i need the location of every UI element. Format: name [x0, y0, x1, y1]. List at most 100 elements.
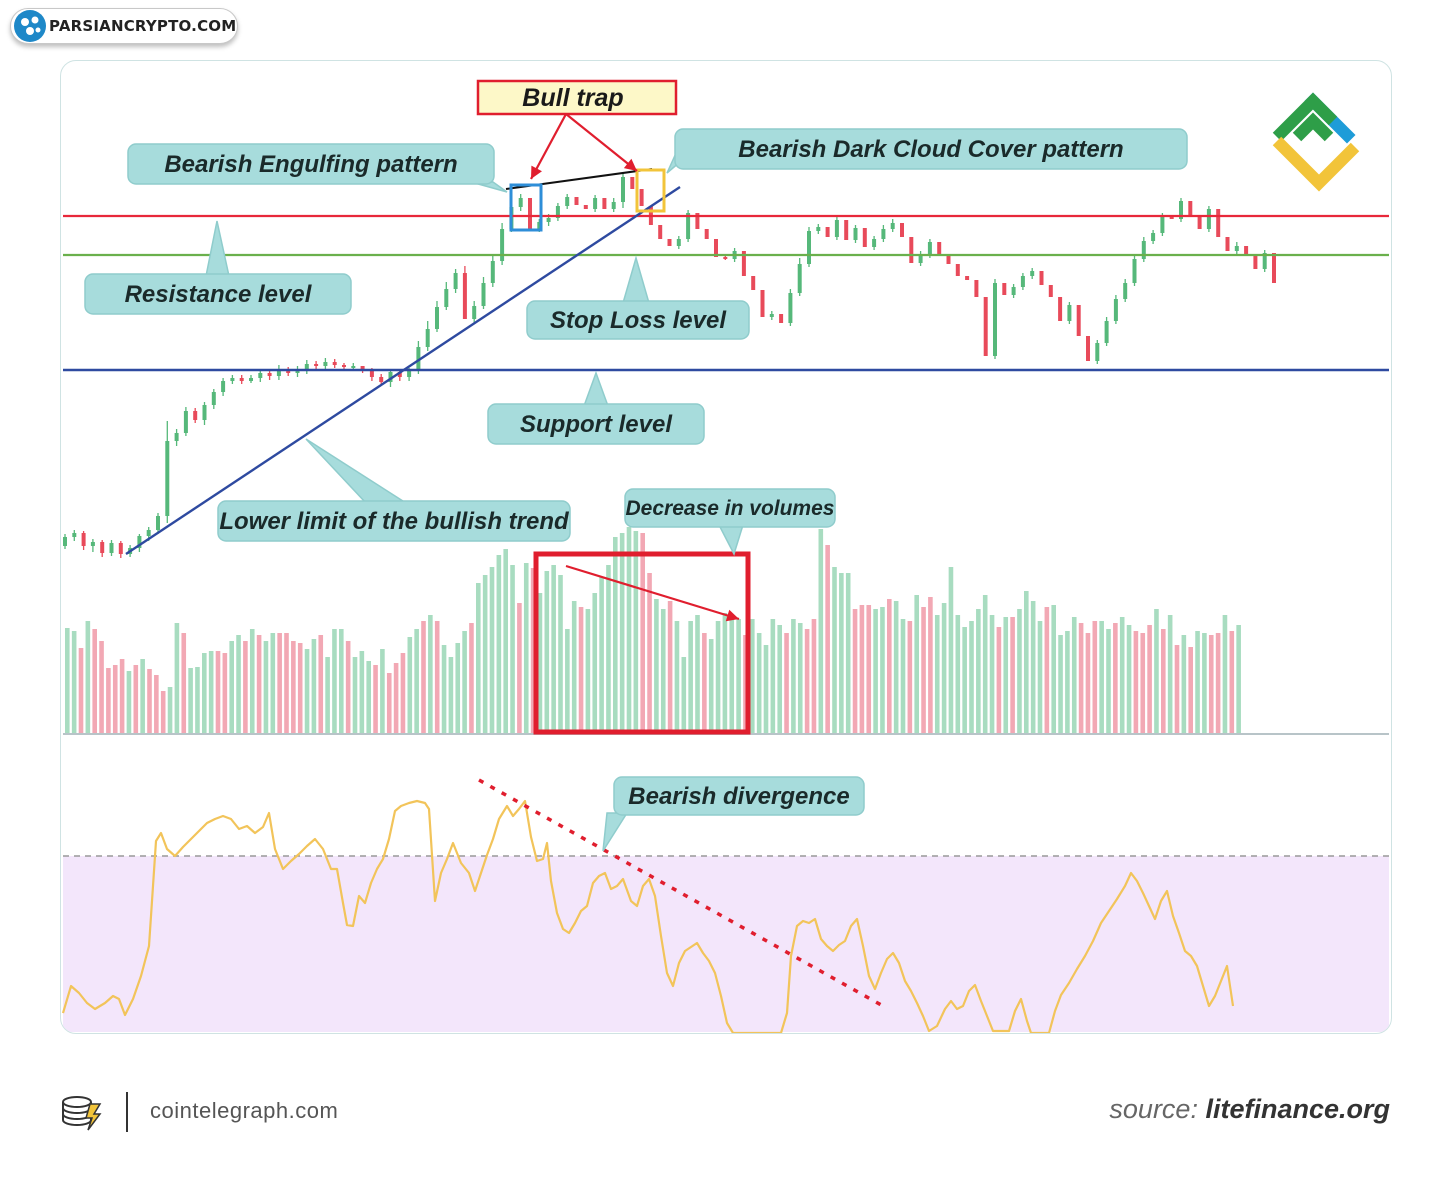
candle-body [351, 366, 356, 368]
stop-loss-callout-label: Stop Loss level [550, 307, 727, 334]
volume-bar [907, 621, 913, 733]
candle-body [1011, 287, 1016, 295]
candle-body [1058, 297, 1063, 321]
parsiancrypto-logo-icon [14, 10, 46, 42]
volume-bar [1017, 609, 1022, 733]
volume-bar [503, 549, 508, 733]
candle-body [881, 229, 886, 239]
volume-bar [613, 537, 618, 733]
engulfing-highlight-box [509, 183, 543, 232]
volume-bar [160, 691, 166, 733]
candle-body [658, 225, 663, 239]
candle-body [63, 537, 67, 546]
volume-bar [147, 669, 152, 733]
candle-body [211, 392, 216, 405]
volume-bar [708, 639, 714, 733]
volume-bar [1113, 623, 1118, 733]
candle-body [332, 362, 337, 365]
candle-body [118, 543, 123, 554]
volume-bar [366, 661, 371, 733]
source-domain-link[interactable]: litefinance.org [1205, 1094, 1390, 1124]
volume-bar [585, 609, 591, 733]
volume-bar [1208, 635, 1214, 733]
volume-bar [695, 615, 700, 733]
volume-bar [852, 609, 858, 733]
candle-body [760, 290, 765, 317]
volume-bar [996, 627, 1002, 733]
candle-body [574, 197, 579, 205]
volume-bar [804, 629, 810, 733]
candle-body [165, 441, 170, 516]
candle-body [1030, 271, 1035, 276]
candle-body [453, 273, 458, 289]
volume-bar [339, 629, 344, 733]
volume-bar [729, 615, 735, 733]
volume-bar [845, 573, 851, 733]
volume-bar [1126, 625, 1132, 733]
volume-bar [976, 609, 981, 733]
volume-bar [722, 613, 728, 733]
volume-bar [92, 629, 97, 733]
volume-bar [818, 529, 824, 733]
volume-bar [770, 619, 776, 733]
candle-body [90, 542, 95, 546]
badge-text: PARSIANCRYPTO.COM [49, 17, 237, 35]
candle-body [788, 293, 793, 323]
volume-bar [1085, 633, 1091, 733]
candle-body [174, 433, 179, 441]
volume-bar [565, 629, 570, 733]
volume-bar [496, 555, 502, 733]
oscillator-zone [63, 856, 1389, 1032]
candle-body [1076, 305, 1081, 336]
volume-bar [832, 567, 837, 733]
volume-bar [578, 607, 584, 733]
resistance-callout-tail [205, 220, 230, 277]
candle-body [834, 220, 839, 237]
candle-body [183, 411, 188, 433]
footer-site-link[interactable]: cointelegraph.com [150, 1098, 338, 1124]
candle-body [565, 197, 570, 206]
volume-bar [1140, 633, 1146, 733]
candle-body [927, 242, 932, 255]
volume-bar [1092, 621, 1098, 733]
candle-body [1206, 209, 1211, 229]
volume-bar [674, 621, 680, 733]
volume-bar [825, 545, 830, 733]
volume-bar [900, 619, 906, 733]
candle-body [974, 280, 979, 297]
candle-body [862, 228, 867, 247]
candle-body [379, 377, 384, 382]
volume-bar [106, 668, 111, 733]
candle-body [500, 229, 505, 261]
volume-bar [229, 641, 234, 733]
volume-bar [715, 621, 721, 733]
candle-body [490, 261, 495, 283]
candle-body [1272, 253, 1276, 283]
volume-bar [1024, 591, 1029, 733]
candle-body [81, 533, 86, 546]
volume-bar [140, 659, 145, 733]
volume-bar [969, 621, 974, 733]
volume-bar [1202, 633, 1207, 733]
volume-bar [592, 593, 598, 733]
candle-body [797, 264, 802, 293]
volume-bar [318, 635, 324, 733]
parsiancrypto-badge: PARSIANCRYPTO.COM [10, 8, 238, 44]
volume-bar [510, 565, 515, 733]
candle-body [472, 306, 477, 319]
candle-body [202, 405, 207, 420]
candle-body [890, 223, 895, 229]
volume-bar [393, 663, 399, 733]
volume-bar [345, 641, 351, 733]
volume-bar [633, 531, 639, 733]
volume-bar [866, 605, 872, 733]
volume-bar [277, 633, 282, 733]
volume-bar [982, 595, 988, 733]
volume-bar [777, 625, 782, 733]
volume-bar [1078, 623, 1084, 733]
decrease-volumes-callout-tail [717, 524, 745, 556]
volume-bar [256, 635, 262, 733]
volume-bar [1222, 615, 1228, 733]
lower-limit-callout-label: Lower limit of the bullish trend [219, 508, 570, 535]
candle-body [249, 378, 253, 381]
